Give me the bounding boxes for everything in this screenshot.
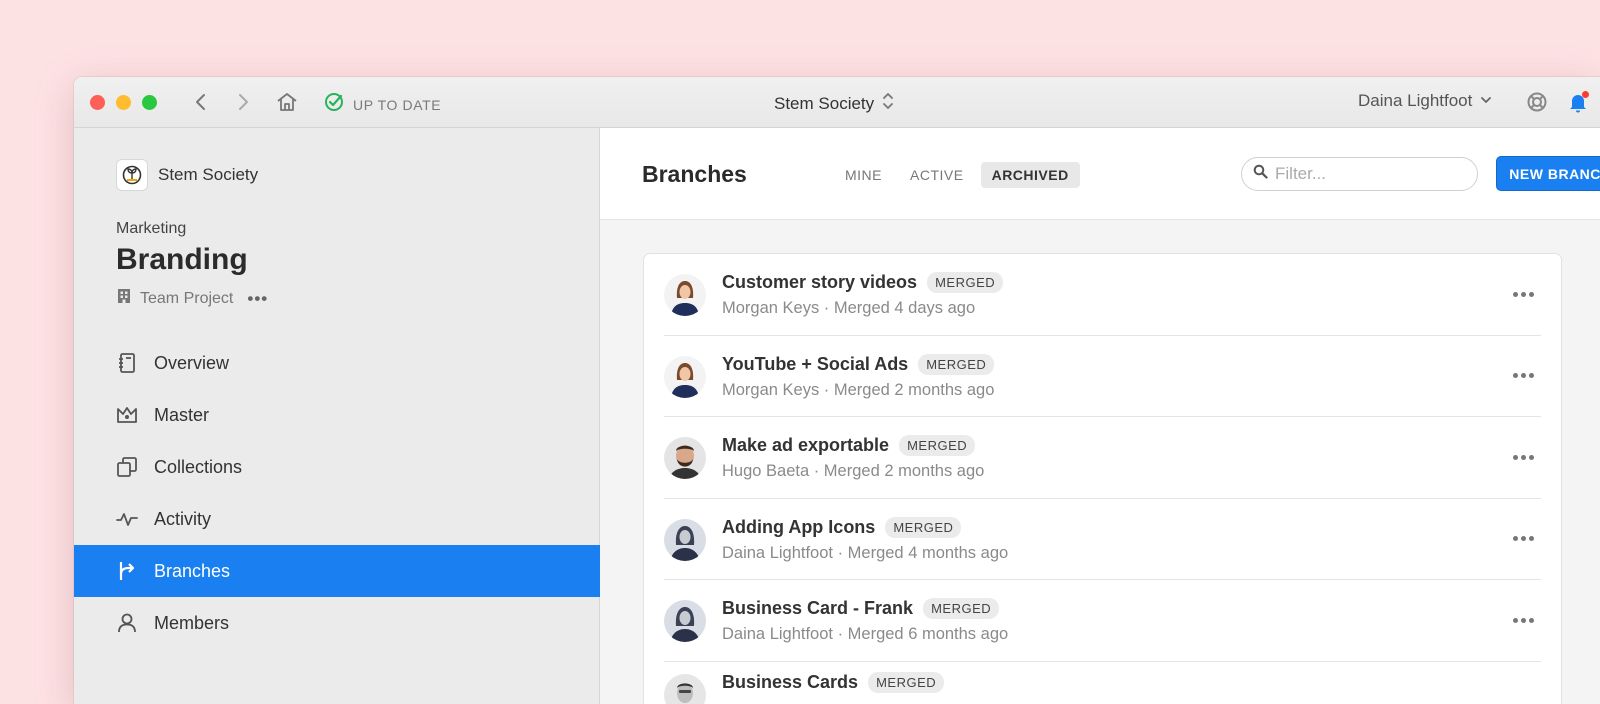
branch-meta: Hugo Baeta · Merged 2 months ago xyxy=(722,462,985,480)
status-badge: MERGED xyxy=(885,516,962,538)
updown-chevron-icon xyxy=(882,91,894,116)
sidebar-item-label: Members xyxy=(154,612,230,633)
bell-icon[interactable] xyxy=(1566,90,1590,114)
branch-name: Adding App Icons xyxy=(722,516,876,537)
zoom-window-button[interactable] xyxy=(142,95,157,110)
sync-status: UP TO DATE xyxy=(324,92,441,117)
page-title: Branches xyxy=(642,161,747,187)
branch-icon xyxy=(116,560,138,582)
branch-row[interactable]: Customer story videos MERGED Morgan Keys… xyxy=(664,254,1541,336)
sidebar-item-collections[interactable]: Collections xyxy=(74,441,600,493)
org-switcher[interactable]: Stem Society xyxy=(774,91,894,116)
avatar xyxy=(664,437,706,479)
check-circle-icon xyxy=(324,92,344,117)
branch-meta: Morgan Keys · Merged 4 days ago xyxy=(722,299,976,317)
project-more-icon[interactable]: ••• xyxy=(247,289,268,309)
filter-field[interactable] xyxy=(1241,157,1478,191)
branch-row[interactable]: YouTube + Social Ads MERGED Morgan Keys … xyxy=(664,336,1541,417)
filter-input[interactable] xyxy=(1275,164,1465,184)
sidebar-item-label: Collections xyxy=(154,456,243,477)
close-window-button[interactable] xyxy=(90,95,105,110)
avatar xyxy=(664,355,706,398)
sidebar-item-overview[interactable]: Overview xyxy=(74,337,600,389)
new-branch-button[interactable]: NEW BRANCH... xyxy=(1496,156,1600,191)
branch-name: Customer story videos xyxy=(722,272,918,292)
status-label: UP TO DATE xyxy=(353,96,442,113)
org-name: Stem Society xyxy=(158,165,259,184)
branch-meta: Daina Lightfoot · Merged 4 months ago xyxy=(722,543,1009,562)
collections-icon xyxy=(116,456,138,478)
project-title: Branding xyxy=(116,243,248,276)
minimize-window-button[interactable] xyxy=(116,95,131,110)
pulse-icon xyxy=(116,508,138,530)
more-options-icon[interactable] xyxy=(1509,529,1537,549)
sidebar-item-master[interactable]: Master xyxy=(74,389,600,441)
branch-filter-tabs: MINE ACTIVE ARCHIVED xyxy=(834,162,1080,188)
tab-mine[interactable]: MINE xyxy=(834,162,893,188)
user-name: Daina Lightfoot xyxy=(1358,91,1473,110)
project-type-label: Team Project xyxy=(140,289,234,307)
notebook-icon xyxy=(116,352,138,374)
building-icon xyxy=(116,288,132,309)
home-icon[interactable] xyxy=(276,91,298,113)
tab-active[interactable]: ACTIVE xyxy=(899,162,975,188)
status-badge: MERGED xyxy=(899,435,976,456)
main-content: Branches MINE ACTIVE ARCHIVED NEW BRANCH… xyxy=(600,128,1600,704)
more-options-icon[interactable] xyxy=(1509,610,1537,630)
chevron-down-icon xyxy=(1480,92,1492,110)
branch-row[interactable]: Business Cards MERGED xyxy=(664,654,1541,704)
avatar xyxy=(664,673,706,704)
branch-row[interactable]: Business Card - Frank MERGED Daina Light… xyxy=(664,580,1541,662)
branch-name: Business Card - Frank xyxy=(722,598,914,618)
sidebar-item-members[interactable]: Members xyxy=(74,597,600,649)
more-options-icon[interactable] xyxy=(1509,284,1537,304)
avatar xyxy=(664,600,706,642)
status-badge: MERGED xyxy=(923,598,1000,619)
branch-meta: Daina Lightfoot · Merged 6 months ago xyxy=(722,625,1009,643)
branch-meta: Morgan Keys · Merged 2 months ago xyxy=(722,380,995,399)
branch-name: Business Cards xyxy=(722,671,859,692)
titlebar: UP TO DATE Stem Society Daina Lightfoot xyxy=(74,77,1600,128)
branch-row[interactable]: Adding App Icons MERGED Daina Lightfoot … xyxy=(664,499,1541,580)
more-options-icon[interactable] xyxy=(1509,447,1537,467)
project-parent[interactable]: Marketing xyxy=(116,220,186,238)
status-badge: MERGED xyxy=(868,671,945,693)
org-switcher-label: Stem Society xyxy=(774,93,875,113)
main-header: Branches MINE ACTIVE ARCHIVED NEW BRANCH… xyxy=(600,128,1600,220)
sidebar-item-label: Overview xyxy=(154,352,230,373)
lifebuoy-icon[interactable] xyxy=(1526,91,1548,113)
forward-chevron-icon[interactable] xyxy=(232,91,254,113)
sidebar: Stem Society Marketing Branding Team Pro… xyxy=(74,128,600,704)
sidebar-nav: Overview Master Collections Activity Bra… xyxy=(74,337,600,649)
status-badge: MERGED xyxy=(927,272,1004,293)
person-icon xyxy=(116,612,138,634)
back-chevron-icon[interactable] xyxy=(190,91,212,113)
sidebar-item-label: Branches xyxy=(154,560,231,581)
org-logo-icon xyxy=(116,159,148,191)
avatar xyxy=(664,518,706,561)
branch-list: Customer story videos MERGED Morgan Keys… xyxy=(643,253,1562,704)
status-badge: MERGED xyxy=(918,353,995,375)
more-options-icon[interactable] xyxy=(1509,366,1537,386)
sidebar-item-branches[interactable]: Branches xyxy=(74,545,600,597)
sidebar-item-label: Activity xyxy=(154,508,212,529)
branch-name: Make ad exportable xyxy=(722,435,890,455)
user-menu[interactable]: Daina Lightfoot xyxy=(1358,91,1492,111)
search-icon xyxy=(1253,164,1268,184)
sidebar-item-activity[interactable]: Activity xyxy=(74,493,600,545)
app-window: UP TO DATE Stem Society Daina Lightfoot xyxy=(74,77,1600,704)
sidebar-item-label: Master xyxy=(154,404,210,425)
project-type: Team Project ••• xyxy=(116,288,268,309)
crown-icon xyxy=(116,404,138,426)
branch-name: YouTube + Social Ads xyxy=(722,353,909,374)
branch-row[interactable]: Make ad exportable MERGED Hugo Baeta · M… xyxy=(664,417,1541,499)
tab-archived[interactable]: ARCHIVED xyxy=(980,162,1080,188)
notification-dot xyxy=(1582,91,1589,98)
avatar xyxy=(664,274,706,316)
org-header[interactable]: Stem Society xyxy=(116,159,258,191)
